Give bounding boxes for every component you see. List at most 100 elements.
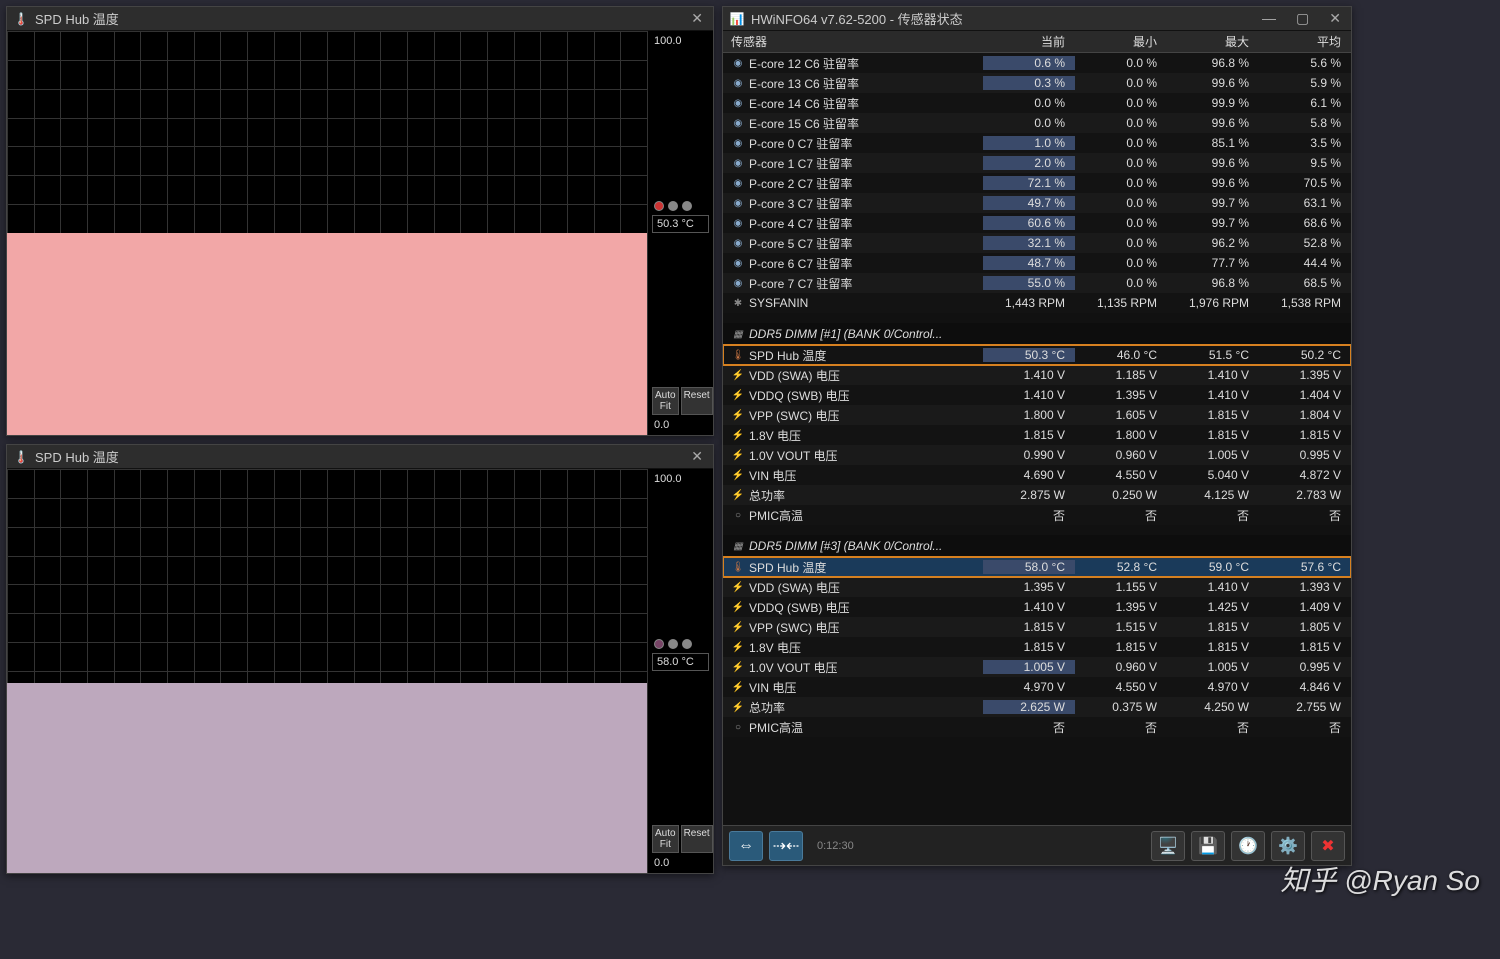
bolt-icon: ⚡ xyxy=(731,700,745,714)
save-button[interactable]: 💾 xyxy=(1191,831,1225,861)
layout-button[interactable]: 🖥️ xyxy=(1151,831,1185,861)
sensor-avg: 5.8 % xyxy=(1259,116,1351,130)
bolt-icon: ⚡ xyxy=(731,680,745,694)
expand-all-button[interactable]: ⇔ xyxy=(729,831,763,861)
sensor-cur: 1.395 V xyxy=(983,580,1075,594)
titlebar[interactable]: 🌡️ SPD Hub 温度 ✕ xyxy=(7,7,713,31)
col-header-avg[interactable]: 平均 xyxy=(1259,33,1351,50)
reset-button[interactable]: Reset xyxy=(681,825,713,853)
sensor-row[interactable]: ⚡VPP (SWC) 电压1.800 V1.605 V1.815 V1.804 … xyxy=(723,405,1351,425)
sensor-row[interactable]: ◉P-core 7 C7 驻留率55.0 %0.0 %96.8 %68.5 % xyxy=(723,273,1351,293)
sensor-name: P-core 3 C7 驻留率 xyxy=(749,195,852,212)
col-header-max[interactable]: 最大 xyxy=(1167,33,1259,50)
clock-button[interactable]: 🕐 xyxy=(1231,831,1265,861)
settings-button[interactable]: ⚙️ xyxy=(1271,831,1305,861)
sensor-avg: 1.815 V xyxy=(1259,640,1351,654)
color-dot[interactable] xyxy=(682,639,692,649)
close-icon[interactable]: ✕ xyxy=(687,448,707,465)
sensor-row[interactable]: ◉E-core 13 C6 驻留率0.3 %0.0 %99.6 %5.9 % xyxy=(723,73,1351,93)
autofit-button[interactable]: Auto Fit xyxy=(652,387,679,415)
series-color-dots[interactable] xyxy=(650,637,711,651)
exit-button[interactable]: ✖ xyxy=(1311,831,1345,861)
sensor-row[interactable]: ⚡VDD (SWA) 电压1.410 V1.185 V1.410 V1.395 … xyxy=(723,365,1351,385)
sensor-row[interactable]: ✱SYSFANIN1,443 RPM1,135 RPM1,976 RPM1,53… xyxy=(723,293,1351,313)
sensor-row[interactable]: ◉E-core 12 C6 驻留率0.6 %0.0 %96.8 %5.6 % xyxy=(723,53,1351,73)
sensor-row[interactable]: ◉E-core 15 C6 驻留率0.0 %0.0 %99.6 %5.8 % xyxy=(723,113,1351,133)
color-dot[interactable] xyxy=(654,639,664,649)
sensor-min: 4.550 V xyxy=(1075,680,1167,694)
col-header-current[interactable]: 当前 xyxy=(983,33,1075,50)
sensor-row[interactable]: ⚡1.8V 电压1.815 V1.800 V1.815 V1.815 V xyxy=(723,425,1351,445)
color-dot[interactable] xyxy=(682,201,692,211)
sensor-name: E-core 15 C6 驻留率 xyxy=(749,115,859,132)
reset-button[interactable]: Reset xyxy=(681,387,713,415)
close-icon[interactable]: ✕ xyxy=(1325,10,1345,27)
close-icon[interactable]: ✕ xyxy=(687,10,707,27)
sensor-row[interactable]: ◉P-core 4 C7 驻留率60.6 %0.0 %99.7 %68.6 % xyxy=(723,213,1351,233)
dot-icon: ○ xyxy=(731,508,745,522)
col-header-sensor[interactable]: 传感器 xyxy=(723,33,983,50)
sensor-row[interactable]: ◉P-core 3 C7 驻留率49.7 %0.0 %99.7 %63.1 % xyxy=(723,193,1351,213)
sensor-avg: 1.393 V xyxy=(1259,580,1351,594)
titlebar[interactable]: 🌡️ SPD Hub 温度 ✕ xyxy=(7,445,713,469)
maximize-icon[interactable]: ▢ xyxy=(1292,10,1313,27)
sensor-row[interactable]: ◉P-core 0 C7 驻留率1.0 %0.0 %85.1 %3.5 % xyxy=(723,133,1351,153)
sensor-row[interactable]: ◉P-core 5 C7 驻留率32.1 %0.0 %96.2 %52.8 % xyxy=(723,233,1351,253)
bolt-icon: ⚡ xyxy=(731,368,745,382)
autofit-button[interactable]: Auto Fit xyxy=(652,825,679,853)
sensor-min: 0.960 V xyxy=(1075,448,1167,462)
section-header[interactable]: ▦DDR5 DIMM [#1] (BANK 0/Control... xyxy=(723,323,1351,345)
bolt-icon: ⚡ xyxy=(731,660,745,674)
elapsed-timer: 0:12:30 xyxy=(817,840,854,852)
sensor-rows-container[interactable]: ◉E-core 12 C6 驻留率0.6 %0.0 %96.8 %5.6 %◉E… xyxy=(723,53,1351,825)
sensor-row[interactable]: ○PMIC高温否否否否 xyxy=(723,505,1351,525)
sensor-row[interactable]: ⚡VDDQ (SWB) 电压1.410 V1.395 V1.425 V1.409… xyxy=(723,597,1351,617)
clock-icon: ◉ xyxy=(731,256,745,270)
sensor-row[interactable]: ⚡1.0V VOUT 电压1.005 V0.960 V1.005 V0.995 … xyxy=(723,657,1351,677)
sensor-row[interactable]: ◉P-core 1 C7 驻留率2.0 %0.0 %99.6 %9.5 % xyxy=(723,153,1351,173)
bolt-icon: ⚡ xyxy=(731,428,745,442)
sensor-row[interactable]: ⚡总功率2.875 W0.250 W4.125 W2.783 W xyxy=(723,485,1351,505)
sensor-cur: 4.970 V xyxy=(983,680,1075,694)
sensor-avg: 1.815 V xyxy=(1259,428,1351,442)
sensor-max: 4.250 W xyxy=(1167,700,1259,714)
sensor-row[interactable]: ⚡VPP (SWC) 电压1.815 V1.515 V1.815 V1.805 … xyxy=(723,617,1351,637)
sensor-row[interactable]: ⚡VDDQ (SWB) 电压1.410 V1.395 V1.410 V1.404… xyxy=(723,385,1351,405)
color-dot[interactable] xyxy=(654,201,664,211)
color-dot[interactable] xyxy=(668,639,678,649)
sensor-name: VDD (SWA) 电压 xyxy=(749,579,840,596)
sensor-max: 1.410 V xyxy=(1167,388,1259,402)
sensor-cur: 50.3 °C xyxy=(983,348,1075,362)
sensor-row[interactable]: ◉P-core 6 C7 驻留率48.7 %0.0 %77.7 %44.4 % xyxy=(723,253,1351,273)
sensor-avg: 9.5 % xyxy=(1259,156,1351,170)
sensor-row[interactable]: ⚡1.8V 电压1.815 V1.815 V1.815 V1.815 V xyxy=(723,637,1351,657)
titlebar[interactable]: 📊 HWiNFO64 v7.62-5200 - 传感器状态 — ▢ ✕ xyxy=(723,7,1351,31)
window-title: SPD Hub 温度 xyxy=(35,9,687,28)
sensor-name: VDDQ (SWB) 电压 xyxy=(749,599,850,616)
clock-icon: ◉ xyxy=(731,156,745,170)
sensor-avg: 0.995 V xyxy=(1259,660,1351,674)
sensor-row[interactable]: 🌡SPD Hub 温度58.0 °C52.8 °C59.0 °C57.6 °C xyxy=(723,557,1351,577)
minimize-icon[interactable]: — xyxy=(1258,10,1280,27)
sensor-name: P-core 2 C7 驻留率 xyxy=(749,175,852,192)
sensor-row[interactable]: ◉E-core 14 C6 驻留率0.0 %0.0 %99.9 %6.1 % xyxy=(723,93,1351,113)
sensor-row[interactable]: 🌡SPD Hub 温度50.3 °C46.0 °C51.5 °C50.2 °C xyxy=(723,345,1351,365)
sensor-row[interactable]: ⚡1.0V VOUT 电压0.990 V0.960 V1.005 V0.995 … xyxy=(723,445,1351,465)
col-header-min[interactable]: 最小 xyxy=(1075,33,1167,50)
dot-icon: ○ xyxy=(731,720,745,734)
sensor-avg: 2.755 W xyxy=(1259,700,1351,714)
sensor-row[interactable]: ⚡VIN 电压4.970 V4.550 V4.970 V4.846 V xyxy=(723,677,1351,697)
color-dot[interactable] xyxy=(668,201,678,211)
sensor-row[interactable]: ⚡VDD (SWA) 电压1.395 V1.155 V1.410 V1.393 … xyxy=(723,577,1351,597)
sensor-row[interactable]: ◉P-core 2 C7 驻留率72.1 %0.0 %99.6 %70.5 % xyxy=(723,173,1351,193)
sensor-row[interactable]: ⚡总功率2.625 W0.375 W4.250 W2.755 W xyxy=(723,697,1351,717)
series-color-dots[interactable] xyxy=(650,199,711,213)
column-headers[interactable]: 传感器 当前 最小 最大 平均 xyxy=(723,31,1351,53)
sensor-row[interactable]: ○PMIC高温否否否否 xyxy=(723,717,1351,737)
therm-icon: 🌡 xyxy=(731,348,745,362)
sensor-min: 52.8 °C xyxy=(1075,560,1167,574)
section-header[interactable]: ▦DDR5 DIMM [#3] (BANK 0/Control... xyxy=(723,535,1351,557)
sensor-name: VPP (SWC) 电压 xyxy=(749,619,839,636)
sensor-row[interactable]: ⚡VIN 电压4.690 V4.550 V5.040 V4.872 V xyxy=(723,465,1351,485)
collapse-all-button[interactable]: ⇢⇠ xyxy=(769,831,803,861)
